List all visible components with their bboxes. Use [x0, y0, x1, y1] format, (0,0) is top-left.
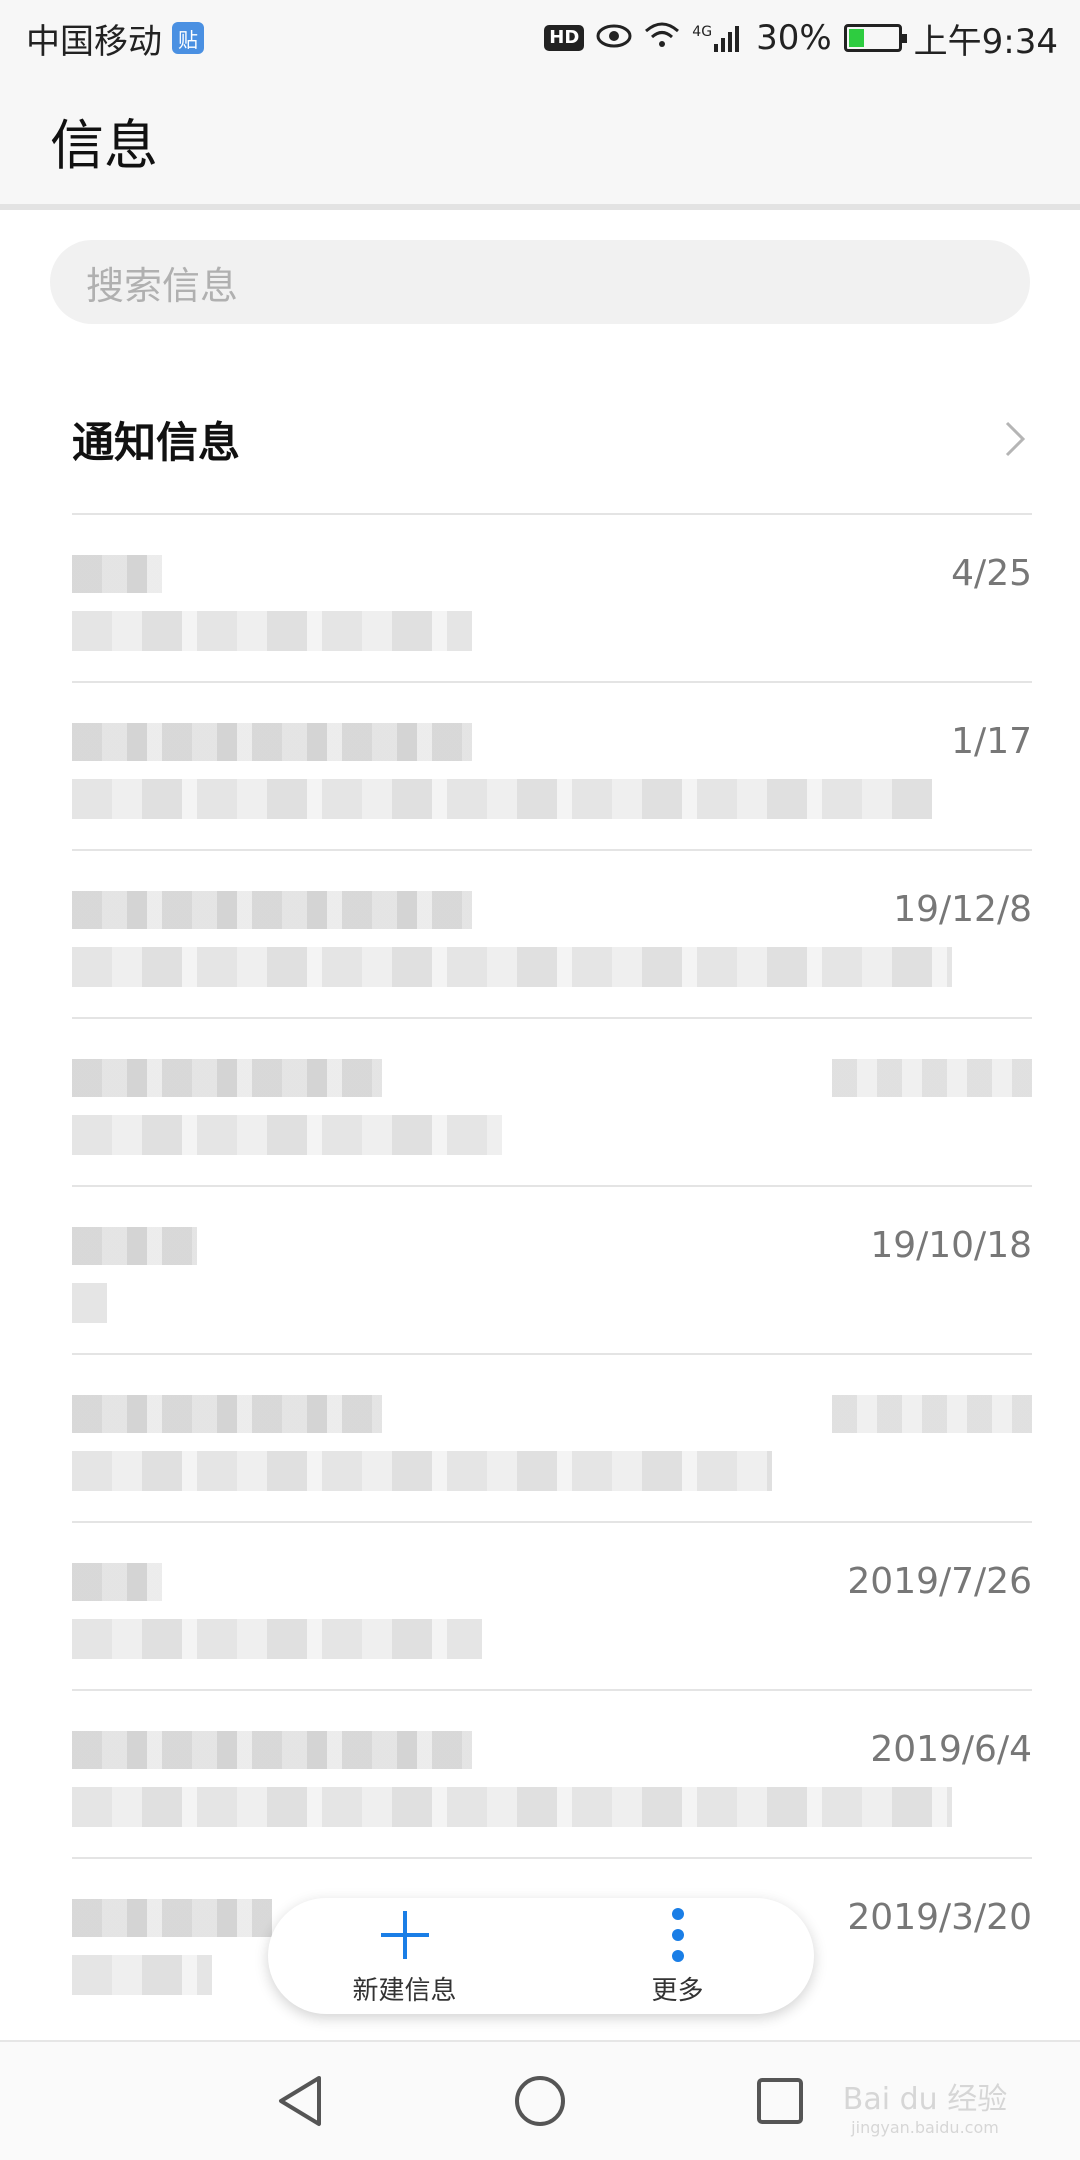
preview-blurred: [72, 1955, 212, 1995]
status-bar: 中国移动 贴 HD 4G 30% 上午9:34: [0, 0, 1080, 76]
page-title: 信息: [50, 113, 158, 177]
date-blurred: [832, 1059, 1032, 1097]
notification-label: 通知信息: [72, 417, 241, 467]
app-badge-icon: 贴: [172, 22, 204, 54]
preview-blurred: [72, 779, 932, 819]
message-item[interactable]: 2019/6/4: [72, 1691, 1032, 1859]
message-item[interactable]: 1/17: [72, 683, 1032, 851]
message-list: 4/25 1/17 19/12/8 19/10/18 2019/7/26 201…: [72, 515, 1032, 2027]
preview-blurred: [72, 1451, 772, 1491]
notification-messages-row[interactable]: 通知信息: [72, 365, 1032, 515]
watermark-url: jingyan.baidu.com: [851, 2117, 999, 2137]
message-item[interactable]: 4/25: [72, 515, 1032, 683]
network-type-label: 4G: [692, 24, 713, 40]
eye-icon: [596, 18, 632, 58]
bottom-action-bar: 新建信息 更多: [268, 1898, 814, 2014]
preview-blurred: [72, 611, 472, 651]
new-message-label: 新建信息: [352, 1975, 457, 2006]
sender-name-blurred: [72, 1731, 472, 1769]
message-date: 4/25: [951, 553, 1032, 594]
plus-icon: [377, 1906, 433, 1964]
search-input[interactable]: 搜索信息: [50, 240, 1030, 324]
message-date: 2019/3/20: [847, 1897, 1032, 1938]
preview-blurred: [72, 1619, 482, 1659]
preview-blurred: [72, 1283, 107, 1323]
carrier-label: 中国移动: [26, 21, 162, 62]
sender-name-blurred: [72, 1227, 197, 1265]
sender-name-blurred: [72, 1059, 382, 1097]
sender-name-blurred: [72, 1899, 272, 1937]
watermark-logo: Bai du 经验 jingyan.baidu.com: [820, 2060, 1030, 2150]
chevron-right-icon: [998, 421, 1032, 457]
message-item[interactable]: 19/10/18: [72, 1187, 1032, 1355]
new-message-button[interactable]: 新建信息: [305, 1906, 505, 2007]
battery-fill: [848, 29, 865, 47]
sender-name-blurred: [72, 1563, 162, 1601]
message-date: 1/17: [951, 721, 1032, 762]
preview-blurred: [72, 947, 952, 987]
date-blurred: [832, 1395, 1032, 1433]
more-button[interactable]: 更多: [578, 1906, 778, 2007]
clock: 上午9:34: [913, 21, 1058, 62]
status-left: 中国移动 贴: [26, 14, 204, 63]
preview-blurred: [72, 1115, 502, 1155]
message-item[interactable]: 19/12/8: [72, 851, 1032, 1019]
battery-percent: 30%: [756, 18, 832, 58]
message-item[interactable]: 2019/7/26: [72, 1523, 1032, 1691]
message-date: 19/10/18: [870, 1225, 1032, 1266]
battery-icon: [843, 24, 907, 52]
app-bar: 信息: [0, 76, 1080, 210]
more-label: 更多: [651, 1975, 704, 2006]
sender-name-blurred: [72, 1395, 382, 1433]
preview-blurred: [72, 1787, 952, 1827]
status-right: HD 4G 30% 上午9:34: [544, 14, 1058, 63]
hd-icon: HD: [544, 25, 585, 51]
recents-icon[interactable]: [750, 2071, 810, 2131]
more-vertical-icon: [670, 1906, 686, 1964]
sender-name-blurred: [72, 723, 472, 761]
home-icon[interactable]: [510, 2071, 570, 2131]
sender-name-blurred: [72, 891, 472, 929]
message-date: 2019/7/26: [847, 1561, 1032, 1602]
wifi-icon: [644, 18, 680, 58]
back-icon[interactable]: [270, 2071, 330, 2131]
message-item[interactable]: [72, 1355, 1032, 1523]
sender-name-blurred: [72, 555, 162, 593]
message-date: 19/12/8: [893, 889, 1032, 930]
watermark-brand: Bai du 经验: [842, 2081, 1008, 2117]
search-placeholder: 搜索信息: [86, 263, 239, 308]
signal-icon: 4G: [692, 24, 744, 52]
message-item[interactable]: [72, 1019, 1032, 1187]
message-date: 2019/6/4: [870, 1729, 1032, 1770]
